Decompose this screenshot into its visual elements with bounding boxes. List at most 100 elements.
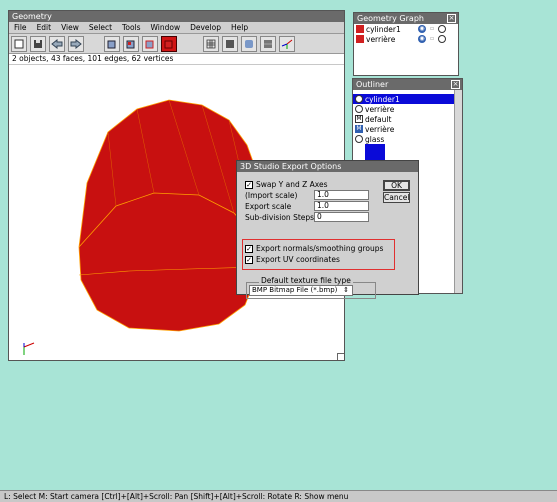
cube-solid-icon: [164, 40, 173, 48]
item-label: cylinder1: [365, 94, 400, 104]
list-item[interactable]: verrière: [353, 104, 454, 114]
geometry-graph-window: Geometry Graph × cylinder1 ◉ ▫ verrière …: [353, 12, 459, 76]
object-icon: [355, 105, 363, 113]
object-icon: [355, 95, 363, 103]
cancel-button[interactable]: Cancel: [383, 192, 410, 203]
texture-icon: [264, 39, 272, 48]
swap-axes-checkbox[interactable]: ✓: [245, 180, 253, 189]
cube-edge-icon: [145, 40, 154, 48]
cube-face-icon: [126, 40, 135, 48]
import-scale-field[interactable]: 1.0: [314, 190, 369, 200]
resize-grip[interactable]: [337, 353, 344, 360]
import-scale-label: (Import scale): [245, 191, 298, 200]
select-object-button[interactable]: [104, 35, 120, 52]
material-icon: M: [355, 115, 363, 123]
new-file-button[interactable]: [11, 35, 27, 52]
arrow-left-icon: [51, 38, 63, 49]
list-item[interactable]: M default: [353, 114, 454, 124]
eye-icon[interactable]: ◉: [418, 25, 426, 33]
smooth-button[interactable]: [241, 35, 257, 52]
select-face-button[interactable]: [123, 35, 139, 52]
menu-help[interactable]: Help: [226, 22, 253, 33]
outliner-title: Outliner: [353, 79, 462, 90]
menu-window[interactable]: Window: [146, 22, 186, 33]
close-icon[interactable]: ×: [451, 80, 460, 89]
cylinder-body: [78, 99, 258, 332]
menu-tools[interactable]: Tools: [117, 22, 145, 33]
undo-button[interactable]: [49, 35, 65, 52]
item-label: glass: [365, 134, 385, 144]
item-label: verrière: [366, 34, 396, 44]
lock-icon[interactable]: ▫: [428, 25, 436, 33]
smooth-cube-icon: [245, 39, 253, 48]
material-icon: [355, 135, 363, 143]
export-normals-label: Export normals/smoothing groups: [256, 244, 384, 253]
arrow-right-icon: [70, 38, 82, 49]
export-uv-label: Export UV coordinates: [256, 255, 340, 264]
menu-edit[interactable]: Edit: [32, 22, 57, 33]
save-icon: [34, 39, 42, 48]
list-item[interactable]: cylinder1 ◉ ▫: [354, 24, 458, 34]
geometry-graph-list: cylinder1 ◉ ▫ verrière ◉ ▫: [354, 24, 458, 75]
save-button[interactable]: [30, 35, 46, 52]
swap-axes-row[interactable]: ✓ Swap Y and Z Axes: [245, 180, 327, 189]
geometry-graph-title: Geometry Graph: [354, 13, 458, 24]
texture-type-value: BMP Bitmap File (*.bmp): [252, 286, 338, 294]
geometry-window-title: Geometry: [9, 11, 344, 22]
scrollbar[interactable]: [454, 90, 462, 293]
export-normals-checkbox[interactable]: ✓: [245, 244, 253, 253]
wire-icon[interactable]: [438, 25, 446, 33]
lock-icon[interactable]: ▫: [428, 35, 436, 43]
subdiv-steps-label: Sub-division Steps: [245, 213, 315, 222]
menu-bar: File Edit View Select Tools Window Devel…: [9, 22, 344, 34]
dialog-title: 3D Studio Export Options: [237, 161, 418, 172]
axes-icon: [281, 39, 293, 49]
list-item[interactable]: M verrière: [353, 124, 454, 134]
shaded-cube-icon: [226, 39, 234, 48]
grid-icon: [206, 39, 216, 48]
list-item[interactable]: glass: [353, 134, 454, 144]
texture-button[interactable]: [260, 35, 276, 52]
axis-gizmo-icon: [23, 342, 35, 355]
wire-icon[interactable]: [438, 35, 446, 43]
dialog-body: ✓ Swap Y and Z Axes (Import scale) 1.0 E…: [237, 172, 418, 299]
texture-type-select[interactable]: BMP Bitmap File (*.bmp) ⇕: [249, 285, 353, 296]
scene-stats: 2 objects, 43 faces, 101 edges, 62 verti…: [9, 54, 344, 64]
menu-select[interactable]: Select: [84, 22, 117, 33]
new-file-icon: [14, 39, 24, 48]
item-label: verrière: [365, 104, 395, 114]
list-item[interactable]: verrière ◉ ▫: [354, 34, 458, 44]
item-label: cylinder1: [366, 24, 401, 34]
cube-object-icon: [107, 40, 116, 48]
color-swatch[interactable]: [365, 144, 385, 160]
redo-button[interactable]: [68, 35, 84, 52]
texture-group-label: Default texture file type: [259, 276, 353, 285]
axes-button[interactable]: [279, 35, 295, 52]
export-scale-label: Export scale: [245, 202, 292, 211]
close-icon[interactable]: ×: [447, 14, 456, 23]
menu-file[interactable]: File: [9, 22, 32, 33]
shaded-button[interactable]: [222, 35, 238, 52]
wireframe-button[interactable]: [203, 35, 219, 52]
export-options-dialog: 3D Studio Export Options ✓ Swap Y and Z …: [236, 160, 419, 299]
ok-button[interactable]: OK: [383, 180, 410, 191]
list-item[interactable]: cylinder1: [353, 94, 454, 104]
toolbar: [9, 34, 344, 54]
menu-view[interactable]: View: [56, 22, 84, 33]
swap-axes-label: Swap Y and Z Axes: [256, 180, 328, 189]
item-label: verrière: [365, 124, 395, 134]
export-uv-checkbox[interactable]: ✓: [245, 255, 253, 264]
subdiv-steps-field[interactable]: 0: [314, 212, 369, 222]
eye-icon[interactable]: ◉: [418, 35, 426, 43]
select-solid-button[interactable]: [161, 35, 177, 52]
export-normals-row[interactable]: ✓ Export normals/smoothing groups: [245, 244, 383, 253]
status-bar: L: Select M: Start camera [Ctrl]+[Alt]+S…: [0, 490, 557, 502]
export-scale-field[interactable]: 1.0: [314, 201, 369, 211]
item-label: default: [365, 114, 392, 124]
menu-develop[interactable]: Develop: [185, 22, 226, 33]
export-uv-row[interactable]: ✓ Export UV coordinates: [245, 255, 340, 264]
object-icon: [356, 25, 364, 33]
material-icon: M: [355, 125, 363, 133]
select-edge-button[interactable]: [142, 35, 158, 52]
object-icon: [356, 35, 364, 43]
